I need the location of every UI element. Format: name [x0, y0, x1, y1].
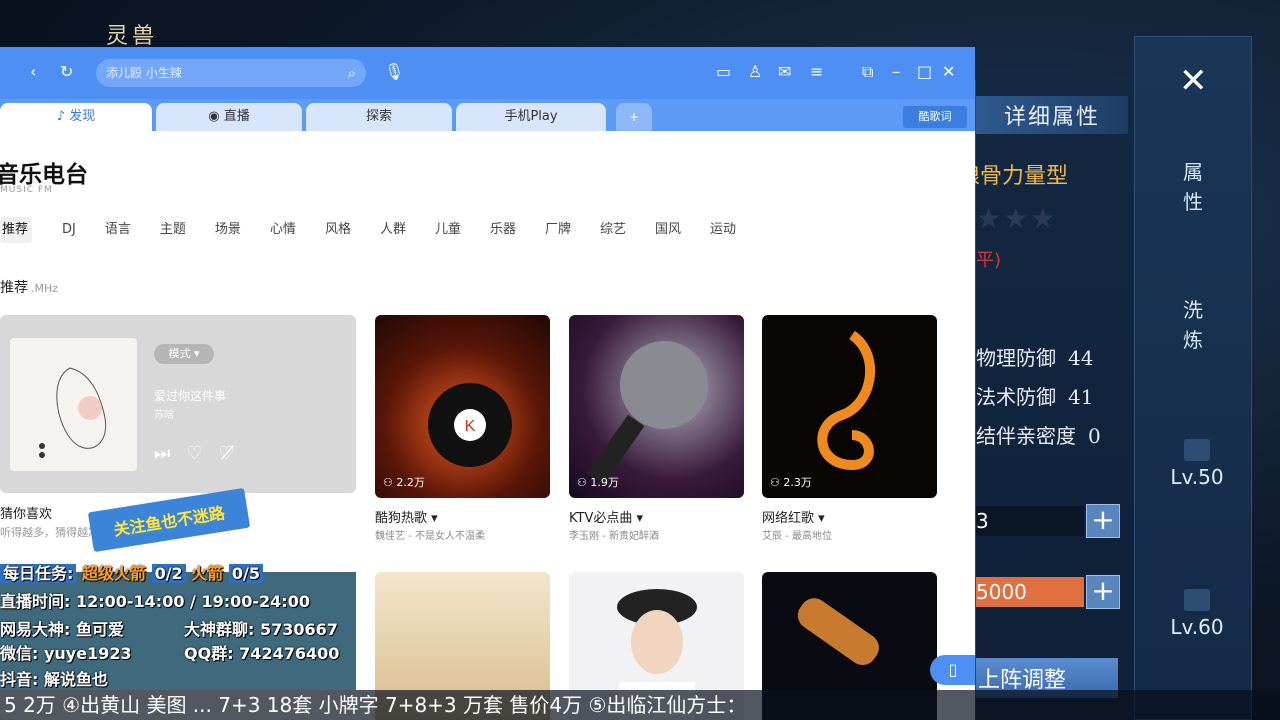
nav-attr[interactable]: 属性 [1179, 157, 1207, 217]
category-label[interactable]: 厂牌 [535, 217, 581, 243]
feature-desc: 听得越多，猜得越准 [0, 526, 99, 539]
stat-intimacy: 结伴亲密度 0 [976, 424, 1101, 448]
page-title: 音乐电台 [0, 162, 88, 188]
category-guofeng[interactable]: 国风 [645, 217, 691, 243]
lyric-button[interactable]: 酷歌词 [903, 106, 967, 128]
menu-icon[interactable]: ≡ [810, 62, 823, 81]
section-title: 推荐 .MHz [0, 280, 59, 296]
attribute-panel: 详细属性 狼骨力量型 ★★★ 平) 物理防御 44 法术防御 41 结伴亲密度 0 3… [958, 80, 1145, 720]
mini-mode-icon[interactable]: ⧉ [862, 62, 873, 82]
play-next-icon[interactable]: ⏭ [154, 443, 170, 464]
tab-live[interactable]: ◉ 直播 [156, 103, 302, 131]
plus-button-1[interactable]: + [1086, 504, 1120, 538]
level-icon [1184, 589, 1210, 611]
card-ktv[interactable]: ⚇ 1.9万 [569, 315, 744, 498]
svg-text:K: K [465, 418, 476, 435]
level-icon [1184, 439, 1210, 461]
game-top-title: 灵兽 [106, 24, 159, 49]
plus-button-2[interactable]: + [1086, 575, 1120, 609]
category-instrument[interactable]: 乐器 [480, 217, 526, 243]
monitor-icon[interactable]: ▭ [716, 62, 731, 81]
music-note-icon: ♪ [56, 109, 70, 124]
stat-magic-defense: 法术防御 41 [976, 385, 1094, 409]
nav-level-50[interactable]: Lv.50 [1157, 439, 1237, 489]
panel-title: 详细属性 [976, 96, 1128, 134]
dislike-icon[interactable]: ♡̸ [218, 443, 234, 464]
category-people[interactable]: 人群 [370, 217, 416, 243]
game-side-nav: ✕ 属性 洗炼 Lv.50 Lv.60 [1134, 36, 1252, 720]
stat-physical-defense: 物理防御 44 [976, 346, 1094, 370]
add-tab-button[interactable]: + [616, 103, 652, 131]
nav-refine[interactable]: 洗炼 [1179, 295, 1207, 355]
card-title[interactable]: 酷狗热歌 ▾ [375, 507, 438, 526]
netease-god: 网易大神: 鱼可爱 [0, 620, 124, 639]
tab-bar: ♪ 发现 ◉ 直播 探索 手机Play + 酷歌词 [0, 99, 975, 131]
play-count: ⚇ 2.3万 [770, 476, 812, 489]
user-icon: ⚇ [770, 476, 784, 489]
bottom-ticker: 5 2万 ④出黄山 美图 ... 7+3 18套 小牌字 7+8+3 万套 售价… [0, 690, 1280, 720]
feature-caption: 猜你喜欢 [0, 507, 53, 522]
play-count: ⚇ 1.9万 [577, 476, 619, 489]
category-scene[interactable]: 场景 [205, 217, 251, 243]
card-title[interactable]: KTV必点曲 ▾ [569, 507, 643, 526]
qq-group: QQ群: 742476400 [184, 644, 340, 663]
search-icon[interactable]: ⌕ [348, 59, 356, 87]
nav-level-60[interactable]: Lv.60 [1157, 589, 1237, 639]
maximize-icon[interactable]: □ [917, 62, 932, 81]
feature-cover [10, 338, 137, 471]
category-mood[interactable]: 心情 [260, 217, 306, 243]
wechat: 微信: yuye1923 [0, 644, 132, 663]
mic-icon[interactable]: 🎙 [384, 62, 404, 81]
star-rating: ★★★ [976, 202, 1058, 235]
daily-task: 每日任务: 超级火箭 0/2 火箭 0/5 [0, 560, 263, 584]
heart-icon[interactable]: ♡ [186, 443, 202, 464]
search-input[interactable]: 添儿殴 小生辣 ⌕ [96, 59, 366, 87]
shirt-icon[interactable]: ♙ [748, 62, 762, 81]
title-bar: ‹ ↻ 添儿殴 小生辣 ⌕ 🎙 ▭ ♙ ✉ ≡ ⧉ – □ ✕ [0, 47, 975, 99]
category-style[interactable]: 风格 [315, 217, 361, 243]
tab-mobile-play[interactable]: 手机Play [456, 103, 606, 131]
card-internet-hits[interactable]: ⚇ 2.3万 [762, 315, 937, 498]
category-recommend[interactable]: 推荐 [0, 217, 33, 243]
card-desc: 李玉刚 - 新贵妃醉酒 [569, 531, 659, 542]
card-desc: 艾辰 - 最高地位 [762, 531, 832, 542]
category-sport[interactable]: 运动 [700, 217, 746, 243]
mail-icon[interactable]: ✉ [778, 62, 791, 81]
card-kugou-hot[interactable]: K ⚇ 2.2万 [375, 315, 550, 498]
stream-time: 直播时间: 12:00-14:00 / 19:00-24:00 [0, 592, 310, 611]
category-dj[interactable]: DJ [52, 217, 86, 243]
card-title[interactable]: 网络红歌 ▾ [762, 507, 825, 526]
category-variety[interactable]: 综艺 [590, 217, 636, 243]
value-bar-1: 3 [976, 506, 1084, 536]
tab-explore[interactable]: 探索 [306, 103, 452, 131]
minimize-icon[interactable]: – [892, 62, 900, 81]
user-icon: ⚇ [383, 476, 397, 489]
mode-dropdown[interactable]: 模式 ▾ [154, 344, 214, 364]
group-chat: 大神群聊: 5730667 [184, 620, 338, 639]
phone-icon[interactable]: ▯ [930, 655, 975, 685]
page-subtitle: MUSIC FM [0, 185, 53, 195]
close-x-icon[interactable]: ✕ [1179, 61, 1208, 101]
user-icon: ⚇ [577, 476, 591, 489]
category-language[interactable]: 语言 [95, 217, 141, 243]
back-icon[interactable]: ‹ [30, 62, 36, 81]
rating-text: 平) [976, 250, 1002, 271]
value-bar-2: 5000 [976, 577, 1084, 607]
douyin: 抖音: 解说鱼也 [0, 670, 108, 689]
feature-artist: 苏晗 [154, 410, 174, 421]
card-desc: 魏佳艺 - 不是女人不温柔 [375, 531, 485, 542]
play-count: ⚇ 2.2万 [383, 476, 425, 489]
category-bar: 推荐 DJ 语言 主题 场景 心情 风格 人群 儿童 乐器 厂牌 综艺 国风 运… [0, 217, 755, 243]
close-icon[interactable]: ✕ [942, 62, 955, 81]
guess-you-like-card[interactable]: 模式 ▾ 爱过你这件事 苏晗 ⏭ ♡ ♡̸ [0, 315, 356, 493]
tab-discover[interactable]: ♪ 发现 [0, 103, 152, 131]
feature-controls: ⏭ ♡ ♡̸ [154, 443, 234, 464]
category-kids[interactable]: 儿童 [425, 217, 471, 243]
live-dot-icon: ◉ [208, 109, 224, 124]
category-theme[interactable]: 主题 [150, 217, 196, 243]
refresh-icon[interactable]: ↻ [60, 62, 73, 81]
feature-song: 爱过你这件事 [154, 389, 227, 403]
